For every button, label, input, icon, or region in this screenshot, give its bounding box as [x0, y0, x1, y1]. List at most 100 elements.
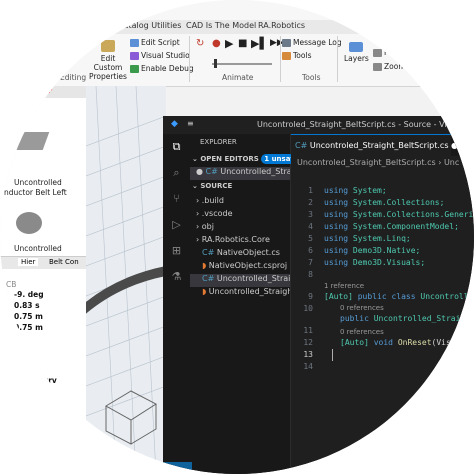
editor-tab-bar: C# Uncontroled_Straight_BeltScript.cs ● [291, 134, 474, 157]
properties-icon [101, 40, 115, 52]
code-line: using Demo3D.Visuals; [324, 258, 426, 267]
curve-belt-thumbnail[interactable] [16, 212, 42, 234]
menu-icon[interactable]: ≡ [187, 119, 194, 128]
plu-button[interactable]: Plu [373, 48, 395, 57]
reset-icon[interactable]: ↻ [196, 38, 204, 49]
code-line: using Demo3D.Native; [324, 246, 421, 255]
enable-debug-button[interactable]: Enable Debug [130, 64, 194, 73]
source-section[interactable]: ⌄ SOURCE [192, 182, 292, 195]
gear-icon [282, 52, 291, 60]
vscode-window: ◆ ≡ Uncontroled_Straight_BeltScript.cs -… [163, 116, 474, 474]
tools-button[interactable]: Tools [282, 51, 311, 60]
tree-file-selected[interactable]: C# Uncontrolled_Straight... [190, 274, 290, 287]
source-control-icon[interactable]: ⑂ [170, 192, 183, 205]
layers-button[interactable]: Layers [344, 42, 369, 63]
code-line: using System.Collections.Generic; [324, 210, 474, 219]
codelens-references[interactable]: 0 references [340, 328, 384, 336]
conveyor-belt[interactable] [86, 266, 166, 318]
rss-file-icon: ◗ [202, 287, 209, 296]
activity-bar: ⧉ ⌕ ⑂ ▷ ⊞ ⚗ [163, 134, 190, 474]
code-line: [Auto] public class Uncontrolled_ [324, 292, 474, 301]
csharp-file-icon: C# [202, 248, 217, 257]
code-editor[interactable]: C# Uncontroled_Straight_BeltScript.cs ● … [291, 134, 474, 474]
testing-icon[interactable]: ⚗ [170, 270, 183, 283]
code-line: using System.Collections; [324, 198, 445, 207]
line-number: 13 [303, 350, 313, 359]
ribbon: Catalog Utilities CAD Is The Model RA.Ro… [0, 0, 474, 87]
open-editors-section[interactable]: ⌄ OPEN EDITORS 1 unsaved [192, 154, 292, 167]
group-label-animate: Animate [222, 73, 254, 82]
tab-belt-conveyor[interactable]: Belt Con [46, 258, 82, 266]
3d-viewport[interactable] [86, 86, 166, 474]
breadcrumb[interactable]: Uncontroled_Straight_BeltScript.cs › Unc [291, 156, 474, 170]
csharp-file-icon: C# [205, 167, 218, 176]
property-field[interactable]: CB [6, 280, 16, 289]
explorer-icon[interactable]: ⧉ [170, 140, 183, 153]
code-line: [Auto] void OnReset(Visual se [340, 338, 474, 347]
line-number: 1 [308, 186, 313, 195]
search-icon[interactable]: ⌕ [170, 166, 183, 179]
app-viewport-circle: Catalog Utilities CAD Is The Model RA.Ro… [0, 0, 474, 474]
line-number: 11 [303, 326, 313, 335]
panel-title-bar: 📌 [0, 86, 86, 98]
tree-folder[interactable]: › RA.Robotics.Core [190, 235, 290, 248]
tree-folder[interactable]: › .vscode [190, 209, 290, 222]
selected-object-label: olled Curv [14, 376, 57, 385]
csharp-file-icon: C# [295, 141, 308, 150]
ribbon-separator [280, 36, 281, 82]
catalog-item-label: Uncontrolled [14, 178, 62, 187]
quick-access-bar: Catalog Utilities CAD Is The Model RA.Ro… [0, 20, 474, 34]
visual-studio-button[interactable]: Visual Studio [130, 51, 190, 60]
tree-file[interactable]: ◗ Uncontrolled_Straight... [190, 287, 290, 300]
step-icon[interactable]: ▶▌ [251, 37, 268, 50]
line-number: 3 [308, 210, 313, 219]
stop-icon[interactable]: ■ [238, 38, 247, 49]
open-editor-item[interactable]: ● C# Uncontrolled_Strai... [190, 167, 290, 180]
extensions-icon[interactable]: ⊞ [170, 244, 183, 257]
tree-file[interactable]: C# NativeObject.cs [190, 248, 290, 261]
catalog-item-label: Uncontrolled [14, 244, 62, 253]
plugin-icon [373, 49, 382, 57]
cad-is-the-model-button[interactable]: CAD Is The Model [186, 21, 256, 30]
editor-tab-active[interactable]: C# Uncontroled_Straight_BeltScript.cs ● [291, 134, 458, 157]
window-title: Uncontroled_Straight_BeltScript.cs - Sou… [257, 120, 474, 129]
property-value[interactable]: 0.83 s [14, 301, 40, 310]
property-value[interactable]: 0.75 m [14, 312, 43, 321]
run-debug-icon[interactable]: ▷ [170, 218, 183, 231]
zoom-button[interactable]: Zoom [373, 62, 406, 71]
status-default-layout[interactable]: Default [120, 462, 192, 474]
line-number: 7 [308, 258, 313, 267]
codelens-references[interactable]: 0 references [340, 304, 384, 312]
belt-thumbnail[interactable] [10, 132, 50, 150]
code-line: using System.Linq; [324, 234, 411, 243]
line-number: 8 [308, 270, 313, 279]
property-value[interactable]: -9. deg [14, 290, 44, 299]
line-number: 5 [308, 234, 313, 243]
speed-slider[interactable] [212, 63, 272, 65]
message-log-button[interactable]: Message Log [282, 38, 342, 47]
line-number: 4 [308, 222, 313, 231]
play-icon[interactable]: ▶ [225, 37, 233, 50]
catalog-utilities-button[interactable]: Catalog Utilities [118, 21, 181, 30]
edit-script-button[interactable]: Edit Script [130, 38, 180, 47]
record-icon[interactable]: ● [212, 38, 221, 49]
tree-folder[interactable]: › .build [190, 196, 290, 209]
speed-slider-thumb[interactable] [214, 59, 217, 68]
tree-file[interactable]: ◗ NativeObject.csproj [190, 261, 290, 274]
unsaved-badge: 1 unsaved [261, 154, 292, 164]
catalog-panel: 📌 Uncontrolled nductor Belt Left Uncontr… [0, 86, 87, 474]
codelens-references[interactable]: 1 reference [324, 282, 364, 290]
pin-icon[interactable]: 📌 [44, 87, 53, 95]
unsaved-dot-icon[interactable]: ● [451, 141, 458, 150]
script-icon [130, 39, 139, 47]
debug-icon [130, 65, 139, 73]
explorer-sidebar: EXPLORER ⌄ OPEN EDITORS 1 unsaved ● C# U… [190, 134, 292, 474]
zoom-icon [373, 63, 382, 71]
ra-robotics-button[interactable]: RA.Robotics [258, 21, 305, 30]
edit-custom-properties-button[interactable]: Edit Custom Properties [88, 40, 128, 81]
ribbon-separator [189, 36, 190, 82]
group-label-editing: Editing [60, 73, 87, 82]
tree-folder[interactable]: › obj [190, 222, 290, 235]
property-value[interactable]: 0.75 m [14, 323, 43, 332]
tab-hierarchy[interactable]: Hier [18, 258, 39, 266]
